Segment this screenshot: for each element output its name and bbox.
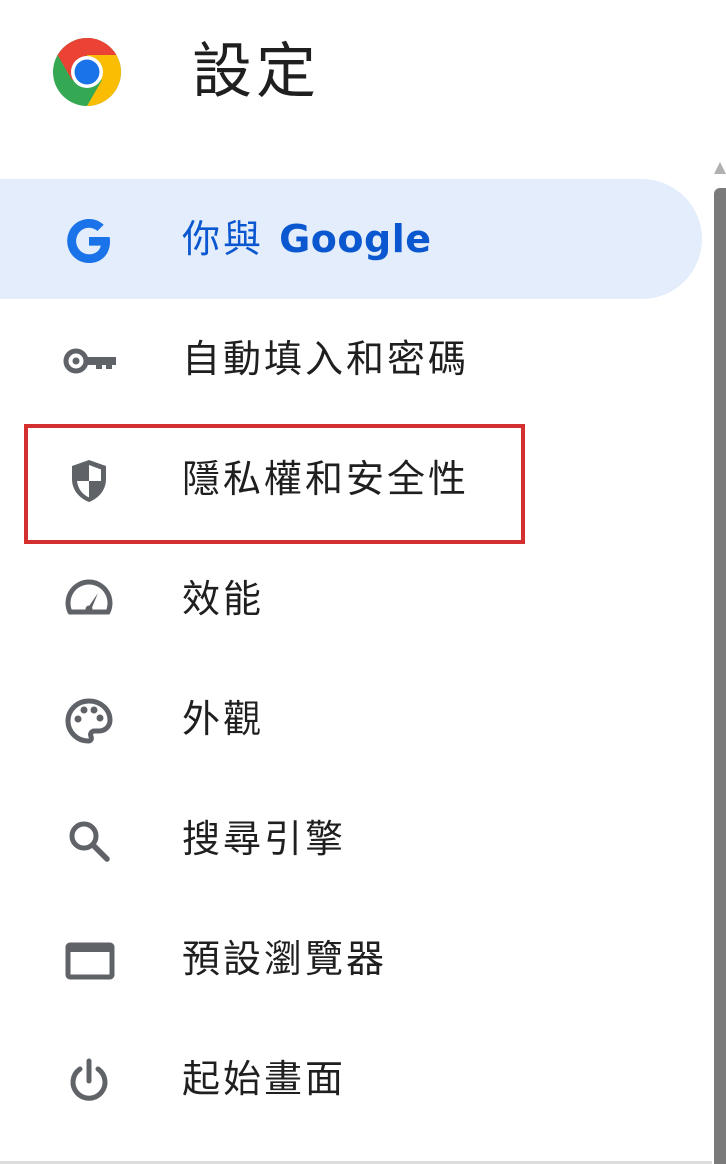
google-g-icon xyxy=(60,212,118,270)
chrome-logo-icon xyxy=(53,38,121,106)
settings-sidebar: 你與 Google 自動填入和密碼 隱私權和安全性 效能 外觀 搜尋引擎 預設瀏… xyxy=(0,179,712,1139)
sidebar-item-search-engine[interactable]: 搜尋引擎 xyxy=(0,779,702,899)
power-icon xyxy=(60,1052,118,1110)
page-title: 設定 xyxy=(192,37,320,107)
speedometer-icon xyxy=(60,572,118,630)
sidebar-item-label: 起始畫面 xyxy=(182,1057,347,1101)
sidebar-item-label: 效能 xyxy=(182,577,265,621)
sidebar-item-autofill-passwords[interactable]: 自動填入和密碼 xyxy=(0,299,702,419)
sidebar-item-privacy-security[interactable]: 隱私權和安全性 xyxy=(0,419,702,539)
google-brand-text: Google xyxy=(279,217,432,261)
key-icon xyxy=(60,332,118,390)
sidebar-item-on-startup[interactable]: 起始畫面 xyxy=(0,1019,702,1139)
sidebar-item-label: 隱私權和安全性 xyxy=(182,457,470,501)
sidebar-item-label: 搜尋引擎 xyxy=(182,817,347,861)
scroll-up-arrow-icon[interactable] xyxy=(714,162,726,174)
sidebar-item-label: 自動填入和密碼 xyxy=(182,337,470,381)
label-prefix: 你與 xyxy=(182,217,280,261)
sidebar-item-label: 預設瀏覽器 xyxy=(182,937,388,981)
browser-window-icon xyxy=(60,932,118,990)
settings-header: 設定 xyxy=(0,0,726,150)
sidebar-item-default-browser[interactable]: 預設瀏覽器 xyxy=(0,899,702,1019)
sidebar-scrollbar[interactable] xyxy=(712,160,726,1164)
sidebar-item-performance[interactable]: 效能 xyxy=(0,539,702,659)
sidebar-item-you-and-google[interactable]: 你與 Google xyxy=(0,179,702,299)
sidebar-item-label: 外觀 xyxy=(182,697,265,741)
scrollbar-thumb[interactable] xyxy=(714,188,726,1164)
shield-icon xyxy=(60,452,118,510)
palette-icon xyxy=(60,692,118,750)
sidebar-item-label: 你與 Google xyxy=(182,215,432,263)
sidebar-item-appearance[interactable]: 外觀 xyxy=(0,659,702,779)
search-icon xyxy=(60,812,118,870)
